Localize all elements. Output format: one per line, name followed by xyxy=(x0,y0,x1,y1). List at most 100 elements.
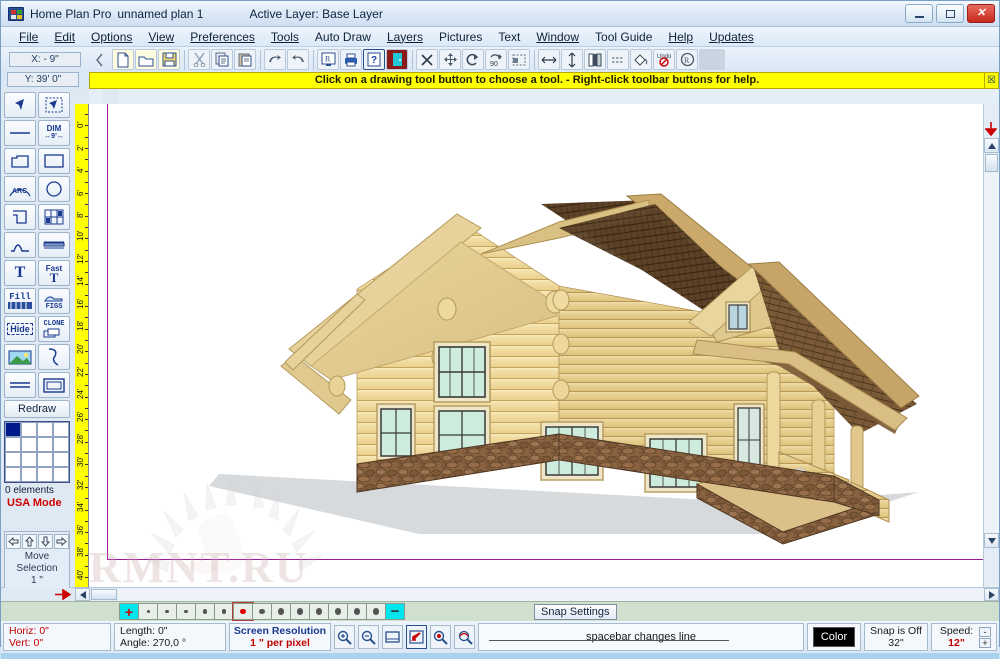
save-disk-icon[interactable] xyxy=(158,49,180,70)
clone-tool[interactable]: CLONE xyxy=(38,316,70,342)
layer-cell[interactable] xyxy=(5,422,21,437)
vertical-ruler[interactable]: 0' 2' 4' 6' 8' 10' 12' 14' 16' 18' 20' 22' 24' 26' 28'… xyxy=(75,104,89,587)
snap-size-cell[interactable] xyxy=(195,603,215,620)
snap-decrease-button[interactable]: − xyxy=(385,603,405,620)
maximize-button[interactable] xyxy=(936,4,964,23)
print-icon[interactable] xyxy=(340,49,362,70)
layer-cell[interactable] xyxy=(37,467,53,482)
scroll-thumb-vertical[interactable] xyxy=(985,154,998,172)
scroll-down-button[interactable] xyxy=(984,533,999,548)
scroll-up-button[interactable] xyxy=(984,138,999,153)
layer-cell[interactable] xyxy=(53,452,69,467)
snap-size-cell[interactable] xyxy=(252,603,272,620)
line-tool[interactable] xyxy=(4,120,36,146)
wall-tool[interactable] xyxy=(4,148,36,174)
layer-cell[interactable] xyxy=(21,422,37,437)
snap-size-cell[interactable] xyxy=(214,603,234,620)
zoom-fit-icon[interactable] xyxy=(382,625,403,649)
menu-item-tool-guide[interactable]: Tool Guide xyxy=(587,29,660,45)
paint-bucket-icon[interactable] xyxy=(630,49,652,70)
fill-tool[interactable]: Fill xyxy=(4,288,36,314)
fill-pattern-icon[interactable] xyxy=(584,49,606,70)
layer-cell[interactable] xyxy=(21,467,37,482)
window-tool[interactable] xyxy=(38,204,70,230)
picture-tool[interactable] xyxy=(4,344,36,370)
group-select-tool[interactable] xyxy=(38,92,70,118)
scroll-right-button[interactable] xyxy=(984,588,999,601)
hint-close-icon[interactable]: ☒ xyxy=(985,72,999,89)
layer-cell[interactable] xyxy=(21,452,37,467)
move-down-button[interactable] xyxy=(37,534,53,549)
layer-cell[interactable] xyxy=(37,452,53,467)
menu-item-preferences[interactable]: Preferences xyxy=(182,29,263,45)
snap-size-cell[interactable] xyxy=(271,603,291,620)
new-file-icon[interactable] xyxy=(112,49,134,70)
scroll-track-vertical[interactable] xyxy=(984,173,999,533)
toolbar-overflow[interactable] xyxy=(699,49,725,70)
layer-cell[interactable] xyxy=(53,437,69,452)
menu-item-options[interactable]: Options xyxy=(83,29,140,45)
menu-item-file[interactable]: File xyxy=(11,29,46,45)
freehand-tool[interactable] xyxy=(38,344,70,370)
arc-tool[interactable]: ARC xyxy=(4,176,36,202)
menu-item-updates[interactable]: Updates xyxy=(701,29,762,45)
vertical-scrollbar[interactable] xyxy=(983,104,999,587)
snap-settings-button[interactable]: Snap Settings xyxy=(534,604,617,620)
text-tool[interactable]: T xyxy=(4,260,36,286)
horizontal-scrollbar[interactable] xyxy=(1,587,999,601)
vertical-size-icon[interactable] xyxy=(561,49,583,70)
menu-item-view[interactable]: View xyxy=(140,29,182,45)
zoom-in-icon[interactable] xyxy=(334,625,355,649)
select-rect-icon[interactable] xyxy=(508,49,530,70)
layer-grid[interactable] xyxy=(4,421,70,483)
snap-size-cell[interactable] xyxy=(176,603,196,620)
zoom-out-icon[interactable] xyxy=(358,625,379,649)
close-button[interactable]: ✕ xyxy=(967,4,995,23)
toolbar-collapse-icon[interactable] xyxy=(89,49,111,70)
layer-cell[interactable] xyxy=(5,437,21,452)
r-circle-icon[interactable]: R xyxy=(676,49,698,70)
menu-item-window[interactable]: Window xyxy=(528,29,587,45)
move-icon[interactable] xyxy=(439,49,461,70)
speed-increase-button[interactable]: + xyxy=(979,637,991,648)
layer-cell[interactable] xyxy=(53,422,69,437)
color-button[interactable]: Color xyxy=(813,627,855,647)
layer-cell[interactable] xyxy=(5,452,21,467)
move-up-button[interactable] xyxy=(21,534,37,549)
snap-cells[interactable]: + − xyxy=(119,602,405,621)
hide-tool[interactable]: Hide xyxy=(4,316,36,342)
circle-tool[interactable] xyxy=(38,176,70,202)
snap-size-cell[interactable] xyxy=(328,603,348,620)
curve-tool[interactable] xyxy=(4,232,36,258)
beam-tool[interactable] xyxy=(38,232,70,258)
scroll-thumb-horizontal[interactable] xyxy=(91,589,117,600)
move-left-button[interactable] xyxy=(5,534,21,549)
snap-size-cell[interactable] xyxy=(157,603,177,620)
rotate-90-icon[interactable]: 90 xyxy=(485,49,507,70)
speed-decrease-button[interactable]: - xyxy=(979,626,991,637)
layer-cell[interactable] xyxy=(37,437,53,452)
select-arrow-tool[interactable] xyxy=(4,92,36,118)
menu-item-auto-draw[interactable]: Auto Draw xyxy=(307,29,379,45)
layer-cell[interactable] xyxy=(5,467,21,482)
snap-size-cell[interactable] xyxy=(290,603,310,620)
plan-canvas[interactable]: RMNT.RU xyxy=(89,104,983,587)
undo-circle-icon[interactable]: Undo xyxy=(653,49,675,70)
move-right-button[interactable] xyxy=(53,534,69,549)
menu-item-tools[interactable]: Tools xyxy=(263,29,307,45)
paste-icon[interactable] xyxy=(234,49,256,70)
scroll-track-horizontal[interactable] xyxy=(118,588,984,601)
scroll-left-button[interactable] xyxy=(75,588,90,601)
rotate-icon[interactable] xyxy=(462,49,484,70)
polyline-tool[interactable] xyxy=(4,204,36,230)
snap-size-cell[interactable] xyxy=(366,603,386,620)
snap-increase-button[interactable]: + xyxy=(119,603,139,620)
snap-size-cell[interactable] xyxy=(309,603,329,620)
snap-size-cell[interactable] xyxy=(232,602,254,621)
redo-icon[interactable] xyxy=(287,49,309,70)
cut-scissors-icon[interactable] xyxy=(188,49,210,70)
double-line-tool[interactable] xyxy=(4,372,36,398)
fast-text-tool[interactable]: Fast T xyxy=(38,260,70,286)
layer-cell[interactable] xyxy=(53,467,69,482)
menu-item-pictures[interactable]: Pictures xyxy=(431,29,490,45)
